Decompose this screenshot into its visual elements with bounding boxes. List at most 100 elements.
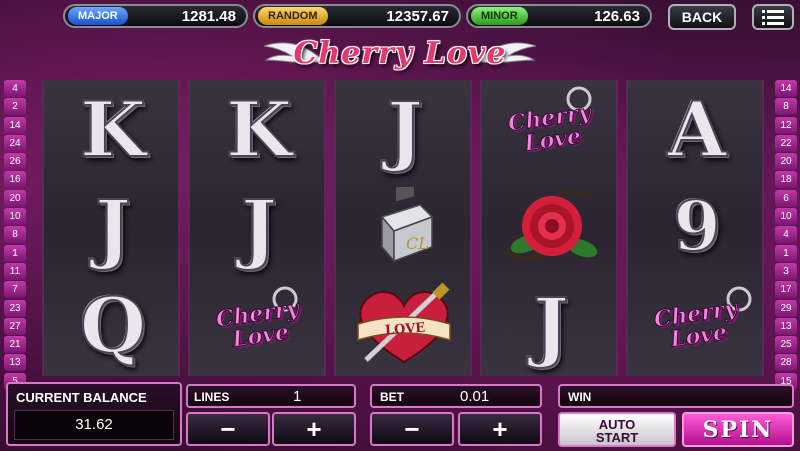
- payline-numbers-left: 4 2 14 24 26 16 20 10 8 1 11 7 23 27 21 …: [4, 80, 26, 391]
- payline-number[interactable]: 13: [775, 317, 797, 335]
- reel-symbol: J: [482, 276, 620, 374]
- payline-number[interactable]: 4: [4, 80, 26, 97]
- payline-number[interactable]: 13: [4, 354, 26, 372]
- lighter-icon: CL: [380, 187, 434, 264]
- reel-symbol: K: [44, 80, 182, 178]
- love-banner-text: LOVE: [384, 320, 426, 338]
- payline-number[interactable]: 12: [775, 116, 797, 134]
- payline-number[interactable]: 4: [775, 226, 797, 244]
- symbol-letter: 9: [672, 186, 721, 268]
- symbol-letter: J: [94, 182, 132, 273]
- payline-number[interactable]: 11: [4, 262, 26, 280]
- bet-plus-button[interactable]: +: [458, 412, 542, 446]
- payline-number[interactable]: 10: [775, 208, 797, 226]
- bet-panel: BET 0.01: [370, 384, 542, 408]
- payline-number[interactable]: 18: [775, 171, 797, 189]
- symbol-letter: K: [79, 84, 147, 175]
- reel-area: K J Q K J Cherry Love J CL LOVE Cherry L…: [42, 80, 764, 376]
- back-button[interactable]: BACK: [668, 4, 736, 30]
- payline-number[interactable]: 21: [4, 336, 26, 354]
- payline-number[interactable]: 27: [4, 317, 26, 335]
- payline-number[interactable]: 1: [4, 244, 26, 262]
- rose-icon: [505, 189, 598, 260]
- balance-display: 31.62: [14, 410, 174, 440]
- payline-number[interactable]: 8: [4, 226, 26, 244]
- cherry-love-symbol: Cherry Love: [214, 295, 301, 353]
- jackpot-random-value: 12357.67: [386, 7, 449, 25]
- reel-symbol: K: [190, 80, 328, 178]
- reel-symbol: A: [628, 80, 766, 178]
- jackpot-minor-label: MINOR: [471, 7, 528, 25]
- reel-symbol: CL: [336, 178, 474, 276]
- bet-label: BET: [380, 390, 404, 404]
- payline-number[interactable]: 17: [775, 281, 797, 299]
- payline-number[interactable]: 14: [4, 116, 26, 134]
- reel-2: K J Cherry Love: [188, 80, 326, 376]
- payline-number[interactable]: 2: [4, 98, 26, 116]
- lines-minus-button[interactable]: −: [186, 412, 270, 446]
- bet-minus-button[interactable]: −: [370, 412, 454, 446]
- lines-plus-button[interactable]: +: [272, 412, 356, 446]
- lines-value: 1: [293, 388, 302, 405]
- game-stage: MAJOR 1281.48 RANDOM 12357.67 MINOR 126.…: [0, 0, 800, 451]
- reel-symbol: Cherry Love: [190, 276, 328, 374]
- auto-start-label-line2: START: [595, 430, 639, 445]
- reel-symbol: J: [44, 178, 182, 276]
- lines-label: LINES: [194, 390, 230, 404]
- symbol-letter: Q: [79, 280, 147, 371]
- reel-symbol: J: [190, 178, 328, 276]
- reel-symbol: [482, 178, 620, 276]
- win-panel: WIN: [558, 384, 794, 408]
- menu-button[interactable]: [752, 4, 794, 30]
- payline-number[interactable]: 28: [775, 354, 797, 372]
- payline-number[interactable]: 6: [775, 189, 797, 207]
- jackpot-major-value: 1281.48: [181, 7, 236, 25]
- jackpot-minor: MINOR 126.63: [466, 4, 652, 28]
- reel-1: K J Q: [42, 80, 180, 376]
- reel-symbol: LOVE: [336, 276, 474, 374]
- cherry-love-symbol: Cherry Love: [506, 99, 593, 157]
- hamburger-menu-icon: [762, 10, 784, 25]
- payline-number[interactable]: 20: [4, 189, 26, 207]
- auto-start-button[interactable]: AUTO START: [558, 412, 676, 447]
- payline-number[interactable]: 26: [4, 153, 26, 171]
- symbol-letter: K: [225, 84, 293, 175]
- jackpot-random: RANDOM 12357.67: [253, 4, 461, 28]
- payline-number[interactable]: 16: [4, 171, 26, 189]
- reel-4: Cherry Love J: [480, 80, 618, 376]
- symbol-letter: A: [667, 84, 728, 175]
- payline-number[interactable]: 20: [775, 153, 797, 171]
- svg-text:CL: CL: [406, 234, 429, 253]
- payline-number[interactable]: 1: [775, 244, 797, 262]
- balance-panel: CURRENT BALANCE 31.62: [6, 382, 182, 446]
- jackpot-minor-value: 126.63: [594, 7, 640, 25]
- payline-number[interactable]: 24: [4, 134, 26, 152]
- symbol-letter: J: [532, 280, 570, 371]
- win-label: WIN: [568, 390, 592, 404]
- payline-number[interactable]: 3: [775, 262, 797, 280]
- reel-symbol: 9: [628, 178, 766, 276]
- balance-value: 31.62: [75, 416, 113, 433]
- balance-label: CURRENT BALANCE: [16, 390, 147, 405]
- jackpot-major-label: MAJOR: [68, 7, 128, 25]
- payline-number[interactable]: 22: [775, 134, 797, 152]
- lines-panel: LINES 1: [186, 384, 356, 408]
- payline-number[interactable]: 8: [775, 98, 797, 116]
- payline-number[interactable]: 29: [775, 299, 797, 317]
- payline-numbers-right: 14 8 12 22 20 18 6 10 4 1 3 17 29 13 25 …: [775, 80, 797, 391]
- payline-number[interactable]: 23: [4, 299, 26, 317]
- game-title: Cherry Love: [293, 36, 507, 71]
- spin-button[interactable]: SPIN: [682, 412, 794, 447]
- reel-symbol: J: [336, 80, 474, 178]
- cherry-love-symbol: Cherry Love: [652, 295, 739, 353]
- reel-symbol: Q: [44, 276, 182, 374]
- symbol-letter: J: [386, 84, 424, 175]
- payline-number[interactable]: 25: [775, 336, 797, 354]
- payline-number[interactable]: 10: [4, 208, 26, 226]
- reel-symbol: Cherry Love: [482, 80, 620, 178]
- payline-number[interactable]: 14: [775, 80, 797, 97]
- reel-3: J CL LOVE: [334, 80, 472, 376]
- reel-symbol: Cherry Love: [628, 276, 766, 374]
- payline-number[interactable]: 7: [4, 281, 26, 299]
- jackpot-random-label: RANDOM: [258, 7, 328, 25]
